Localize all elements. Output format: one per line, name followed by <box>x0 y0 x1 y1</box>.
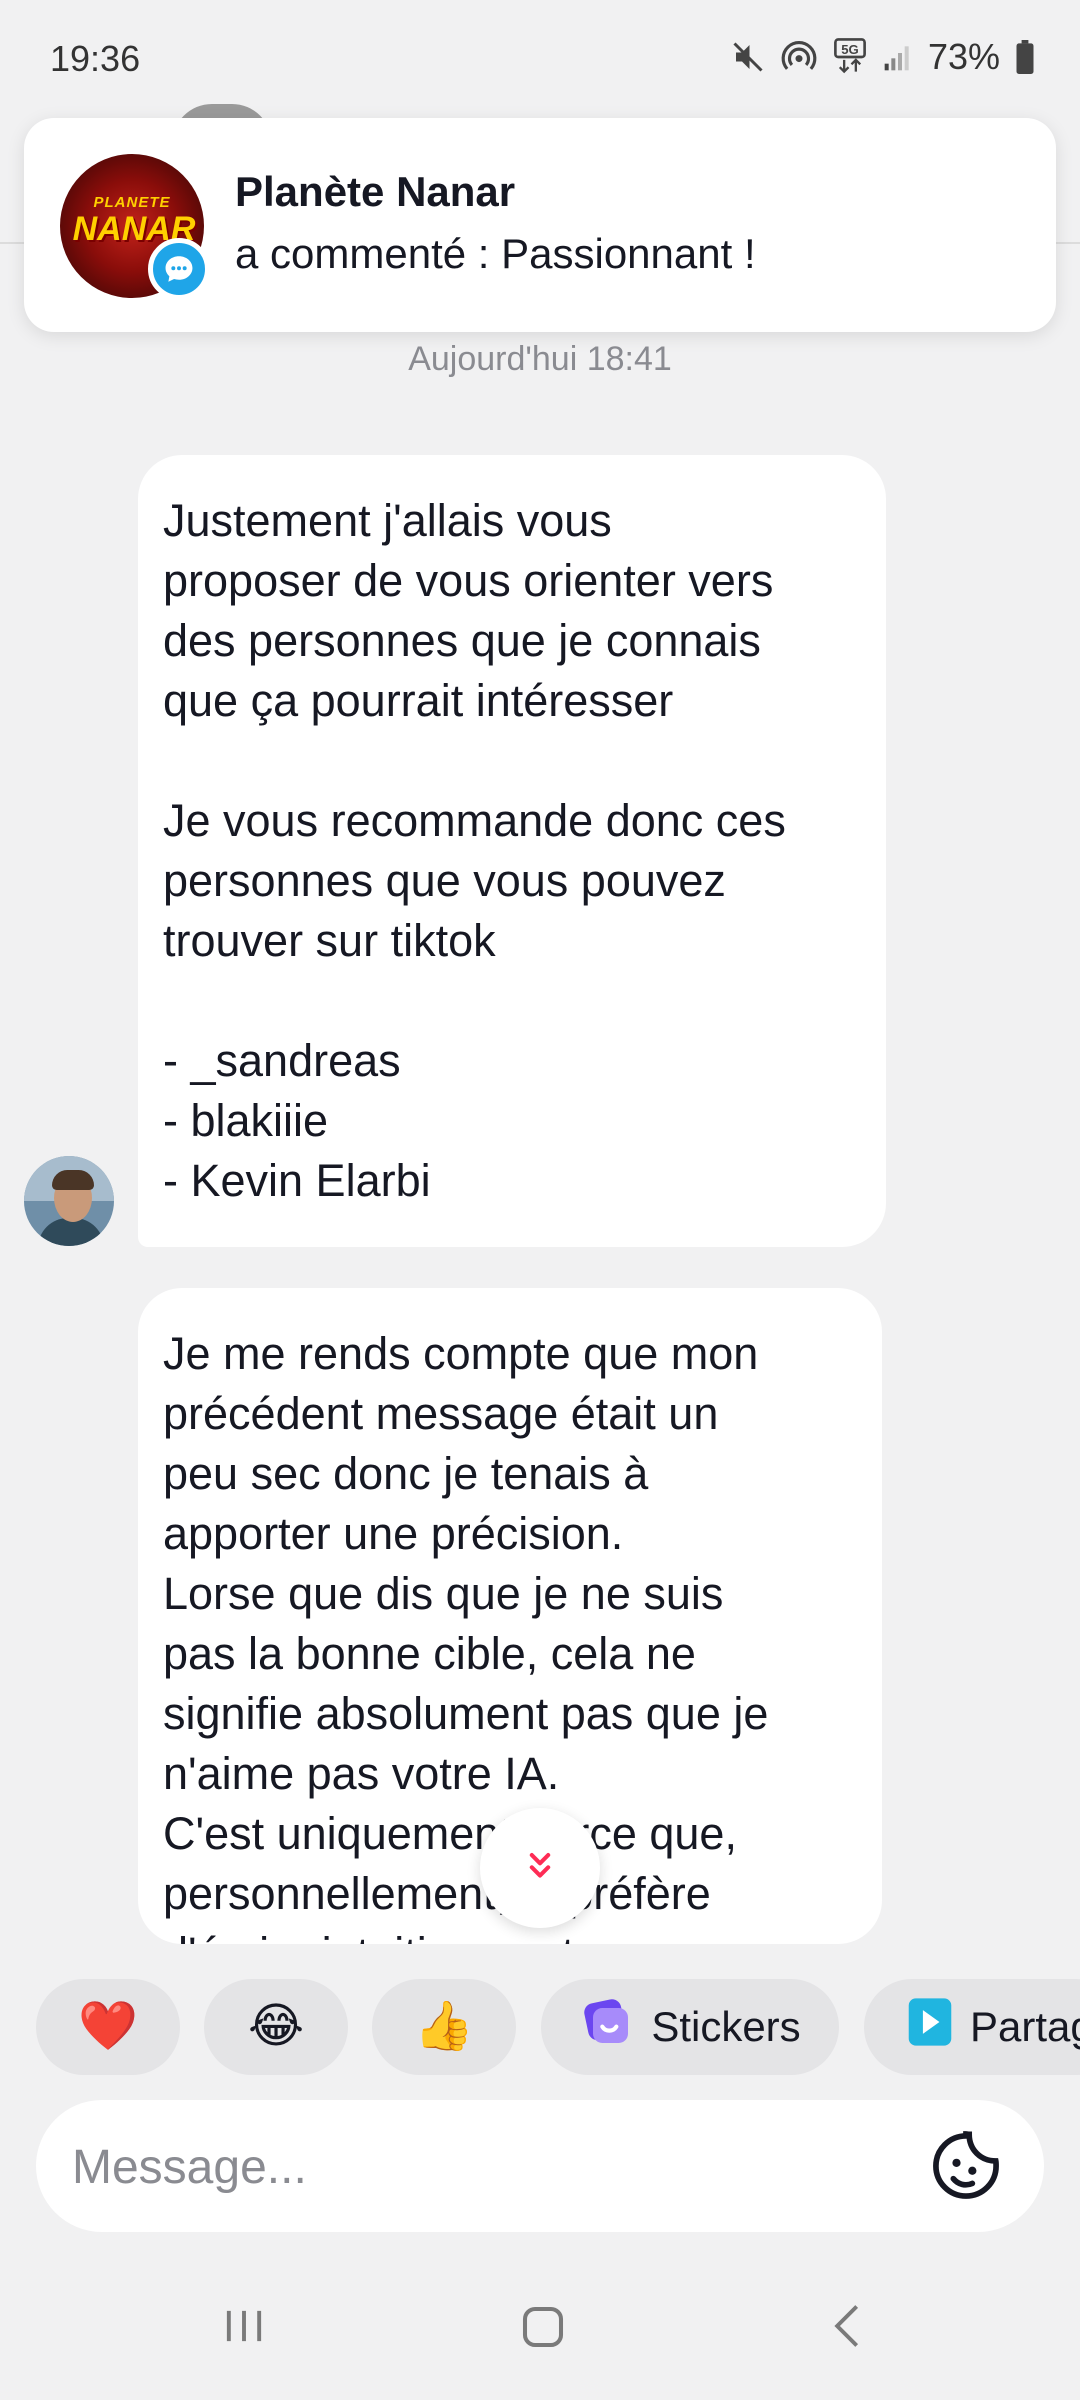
status-time: 19:36 <box>50 38 141 79</box>
battery-level: 73% <box>927 36 1000 77</box>
heart-emoji-icon: ❤️ <box>78 2000 138 2053</box>
thumbs-up-emoji-icon: 👍 <box>414 2000 474 2053</box>
chat-bubble-icon <box>148 238 210 300</box>
quick-reaction-thumbs-up[interactable]: 👍 <box>372 1979 516 2075</box>
back-icon[interactable] <box>822 2300 874 2357</box>
home-icon[interactable] <box>516 2300 570 2359</box>
message-input[interactable]: Message... <box>36 2100 1044 2232</box>
emoji-sticker-icon[interactable] <box>928 2128 1004 2209</box>
message-input-placeholder: Message... <box>72 2141 307 2194</box>
share-play-icon <box>906 1996 954 2058</box>
recent-apps-icon[interactable] <box>218 2300 270 2357</box>
network-5g-icon: 5G <box>832 38 868 76</box>
quick-reaction-heart[interactable]: ❤️ <box>36 1979 180 2075</box>
svg-text:5G: 5G <box>841 42 859 57</box>
signal-icon <box>882 41 914 73</box>
mute-icon <box>730 39 766 75</box>
notification-sender: Planète Nanar <box>235 168 516 215</box>
notification-text: a commenté : Passionnant ! <box>235 230 756 277</box>
quick-reaction-laugh[interactable]: 😂 <box>204 1979 348 2075</box>
status-icons: 5G 73% <box>730 36 1036 78</box>
message-bubble[interactable]: Justement j'allais vous proposer de vous… <box>138 455 886 1247</box>
scroll-to-bottom-button[interactable] <box>480 1808 600 1928</box>
stickers-button[interactable]: Stickers <box>541 1979 839 2075</box>
share-label: Partag <box>970 2003 1080 2050</box>
comment-notification[interactable]: PLANETE NANAR Planète Nanar a commenté :… <box>24 118 1056 332</box>
status-bar: 19:36 5G 73% <box>0 0 1080 120</box>
double-chevron-down-icon <box>526 1851 554 1886</box>
sticker-icon <box>579 1994 635 2060</box>
sender-avatar[interactable] <box>24 1156 114 1246</box>
hotspot-icon <box>780 38 818 76</box>
avatar-logo-top: PLANETE <box>93 194 171 211</box>
system-nav-bar <box>0 2260 1080 2400</box>
laugh-emoji-icon: 😂 <box>247 2000 305 2053</box>
stickers-label: Stickers <box>651 2003 801 2050</box>
share-button[interactable]: Partag <box>864 1979 1080 2075</box>
chat-date-label: Aujourd'hui 18:41 <box>408 340 672 378</box>
battery-icon <box>1014 40 1036 74</box>
